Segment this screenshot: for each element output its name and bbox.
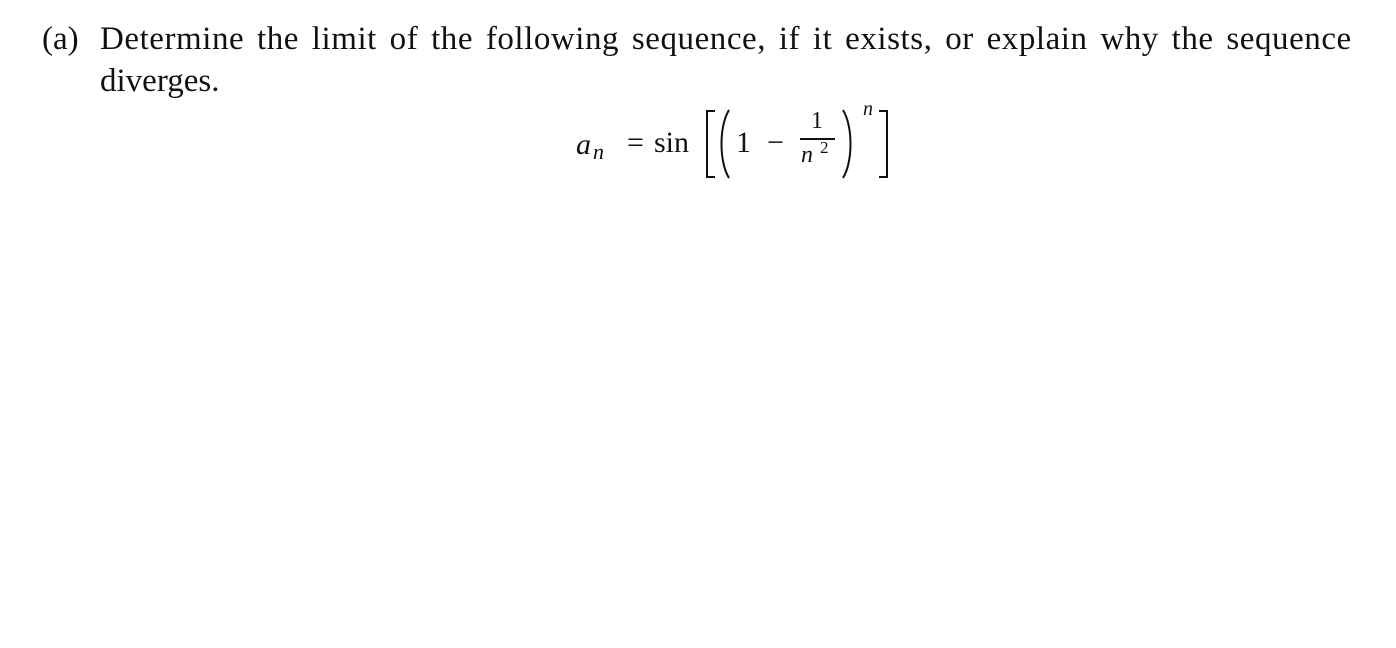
fraction-bar bbox=[800, 138, 835, 140]
right-square-bracket bbox=[879, 110, 888, 178]
formula-lhs-symbol: a bbox=[576, 128, 591, 161]
problem-text-line-1: Determine the limit of the following seq… bbox=[100, 21, 1352, 57]
formula-outer-exponent: n bbox=[863, 98, 873, 120]
formula-function-name: sin bbox=[654, 126, 690, 159]
formula-lhs-subscript: n bbox=[593, 139, 604, 164]
left-square-bracket bbox=[706, 110, 715, 178]
fraction-numerator: 1 bbox=[811, 108, 823, 134]
problem-text-line-2: diverges. bbox=[100, 63, 220, 99]
right-parenthesis bbox=[842, 109, 852, 179]
fraction-denominator-base: n bbox=[801, 142, 813, 168]
problem-label: (a) bbox=[42, 21, 79, 57]
formula-inner-constant: 1 bbox=[736, 126, 751, 159]
formula-minus-operator: − bbox=[767, 126, 784, 159]
formula-equals-sign: = bbox=[627, 126, 644, 159]
fraction-denominator-exponent: 2 bbox=[820, 138, 829, 157]
left-parenthesis bbox=[720, 109, 730, 179]
